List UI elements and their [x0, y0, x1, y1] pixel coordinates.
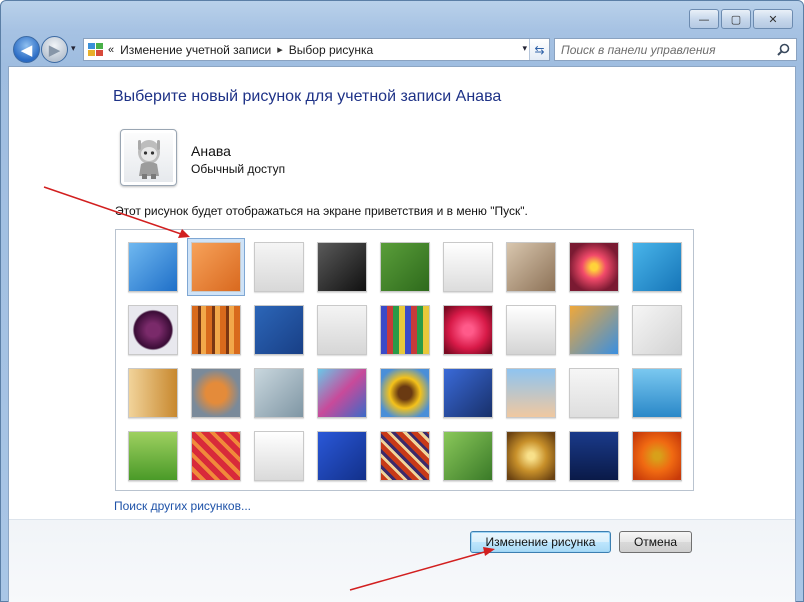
picture-tile-stairs[interactable] — [569, 305, 619, 355]
picture-tile-lucky-cat[interactable] — [380, 242, 430, 292]
picture-tile-pinwheel[interactable] — [632, 242, 682, 292]
search-input[interactable] — [561, 42, 771, 57]
picture-tile-doll[interactable] — [569, 368, 619, 418]
page-title: Выберите новый рисунок для учетной запис… — [113, 88, 502, 105]
picture-tile-window[interactable] — [317, 431, 367, 481]
picture-tile-guitar[interactable] — [128, 368, 178, 418]
back-arrow-icon: ◀ — [20, 40, 33, 59]
picture-tile-kitten[interactable] — [506, 242, 556, 292]
picture-tile-scarf[interactable] — [317, 368, 367, 418]
change-picture-button[interactable]: Изменение рисунка — [470, 531, 611, 553]
breadcrumb-item-account[interactable]: Изменение учетной записи — [120, 43, 271, 57]
robot-figure-icon — [137, 139, 160, 179]
picture-tile-flower[interactable] — [569, 242, 619, 292]
breadcrumb-item-picture[interactable]: Выбор рисунка — [289, 43, 373, 57]
picture-tile-sailboat[interactable] — [632, 368, 682, 418]
picture-tile-balloon[interactable] — [506, 368, 556, 418]
control-panel-icon — [88, 42, 104, 57]
refresh-button[interactable]: ⇆ — [529, 39, 549, 60]
picture-tile-ferris-wheel[interactable] — [128, 242, 178, 292]
picture-tile-crayons[interactable] — [380, 305, 430, 355]
picture-tile-pomeranian[interactable] — [191, 368, 241, 418]
picture-tile-robot-figure[interactable] — [254, 242, 304, 292]
picture-tile-tin-robot[interactable] — [254, 368, 304, 418]
refresh-icon: ⇆ — [534, 42, 545, 57]
address-dropdown-icon[interactable]: ▾ — [522, 44, 527, 54]
picture-tile-record-player[interactable] — [317, 242, 367, 292]
forward-arrow-icon: ▶ — [48, 40, 61, 59]
picture-tile-shell-spiral[interactable] — [506, 431, 556, 481]
back-button[interactable]: ◀ — [13, 36, 40, 63]
close-button[interactable]: ✕ — [753, 9, 793, 29]
button-bar: Изменение рисунка Отмена — [9, 519, 795, 602]
picture-tile-marbles[interactable] — [254, 431, 304, 481]
picture-tile-leaf[interactable] — [254, 305, 304, 355]
picture-tile-fabric[interactable] — [191, 305, 241, 355]
picture-tile-dog[interactable] — [317, 305, 367, 355]
breadcrumb-overflow-icon[interactable]: « — [108, 44, 114, 56]
caption-buttons: — ▢ ✕ — [689, 9, 793, 29]
account-name: Анава — [191, 143, 231, 159]
picture-tile-gyroscope[interactable] — [443, 242, 493, 292]
forward-button[interactable]: ▶ — [41, 36, 68, 63]
picture-tile-sunflower[interactable] — [380, 368, 430, 418]
picture-tile-pattern[interactable] — [380, 431, 430, 481]
picture-tile-soccer-ball[interactable] — [128, 431, 178, 481]
maximize-button[interactable]: ▢ — [721, 9, 751, 29]
search-icon[interactable] — [777, 43, 790, 56]
account-type: Обычный доступ — [191, 162, 286, 176]
picture-tile-ball-8[interactable] — [128, 305, 178, 355]
picture-tile-butterfly[interactable] — [443, 431, 493, 481]
picture-tile-lighthouse[interactable] — [569, 431, 619, 481]
browse-more-pictures-link[interactable]: Поиск других рисунков... — [114, 499, 251, 513]
account-picture — [120, 129, 177, 186]
picture-tile-fish[interactable] — [443, 368, 493, 418]
content-area: Выберите новый рисунок для учетной запис… — [8, 66, 796, 602]
search-box[interactable] — [554, 38, 797, 61]
minimize-button[interactable]: — — [689, 9, 719, 29]
picture-tile-starfish[interactable] — [191, 242, 241, 292]
picture-tile-star-paper[interactable] — [443, 305, 493, 355]
recent-pages-dropdown-icon[interactable]: ▾ — [71, 44, 76, 54]
picture-grid — [115, 229, 694, 491]
info-text: Этот рисунок будет отображаться на экран… — [115, 204, 528, 218]
picture-tile-origami[interactable] — [632, 305, 682, 355]
cancel-button[interactable]: Отмена — [619, 531, 692, 553]
breadcrumb-chevron-icon[interactable]: ▸ — [277, 43, 283, 56]
navigation-bar: ◀ ▶ ▾ « Изменение учетной записи ▸ Выбор… — [9, 35, 797, 63]
address-bar[interactable]: « Изменение учетной записи ▸ Выбор рисун… — [83, 38, 550, 61]
picture-tile-red-fabric[interactable] — [191, 431, 241, 481]
picture-tile-orange-flower[interactable] — [632, 431, 682, 481]
picture-tile-jacks[interactable] — [506, 305, 556, 355]
